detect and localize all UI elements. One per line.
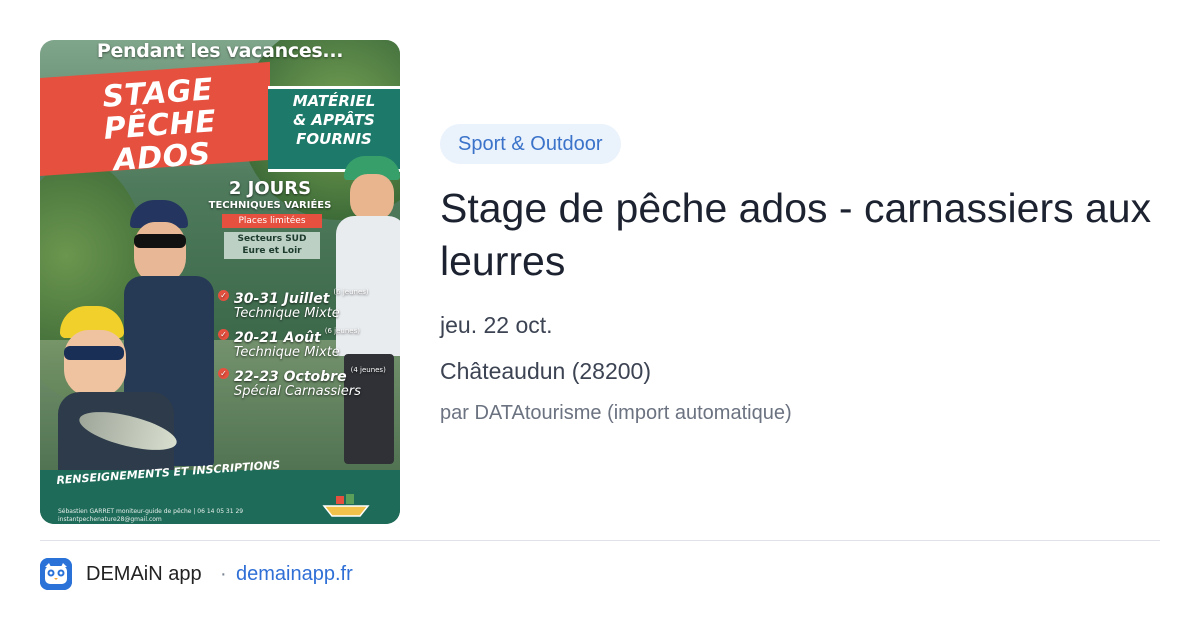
check-icon: ✓	[218, 290, 229, 301]
poster-techniques: TECHNIQUES VARIÉES	[208, 200, 332, 211]
event-location: Châteaudun (28200)	[440, 358, 651, 384]
event-poster-image[interactable]: Pendant les vacances... STAGE PÊCHE ADOS…	[40, 40, 400, 524]
poster-days: 2 JOURS	[228, 178, 312, 199]
poster-materiel-line: & APPÂTS	[293, 111, 375, 129]
poster-dates: ✓ 30-31 Juillet (6 jeunes) Technique Mixt…	[218, 288, 398, 405]
check-icon: ✓	[218, 329, 229, 340]
poster-date-type: Technique Mixte	[234, 345, 340, 360]
poster-title: STAGE PÊCHE ADOS	[47, 70, 273, 181]
owl-app-icon	[40, 558, 72, 590]
boat-logo-icon	[322, 494, 370, 517]
poster-materiel-line: FOURNIS	[296, 130, 372, 148]
poster-date-note: (6 jeunes)	[324, 327, 360, 335]
poster-date: 30-31 Juillet	[234, 291, 330, 307]
poster-date-item: ✓ 20-21 Août (6 jeunes) Technique Mixte	[218, 327, 398, 360]
check-icon: ✓	[218, 368, 229, 379]
poster-date-note: (6 jeunes)	[333, 288, 369, 296]
category-badge[interactable]: Sport & Outdoor	[440, 124, 621, 164]
poster-date-type: Spécial Carnassiers	[234, 384, 361, 399]
poster-date: 22-23 Octobre	[234, 369, 347, 385]
poster-secteurs-line: Secteurs SUD	[237, 234, 307, 244]
poster-date-item: ✓ 30-31 Juillet (6 jeunes) Technique Mixt…	[218, 288, 398, 321]
poster-top-text: Pendant les vacances...	[96, 40, 344, 62]
poster-date: 20-21 Août	[234, 330, 321, 346]
poster-places: Places limitées	[222, 214, 322, 228]
poster-contact-line: instantpechenature28@gmail.com	[58, 516, 162, 523]
poster-contact: Sébastien GARRET moniteur-guide de pêche…	[58, 508, 243, 524]
poster-materiel-line: MATÉRIEL	[292, 92, 376, 110]
divider	[40, 540, 1160, 541]
poster-secteurs-line: Eure et Loir	[242, 246, 302, 256]
poster-date-note: (4 jeunes)	[350, 366, 386, 374]
event-title[interactable]: Stage de pêche ados - carnassiers aux le…	[440, 182, 1160, 288]
poster-materiel-text: MATÉRIEL & APPÂTS FOURNIS	[268, 92, 400, 149]
poster-date-item: ✓ 22-23 Octobre (4 jeunes) Spécial Carnas…	[218, 366, 398, 399]
event-source: par DATAtourisme (import automatique)	[440, 402, 792, 424]
poster-secteurs: Secteurs SUD Eure et Loir	[224, 232, 320, 259]
poster-date-type: Technique Mixte	[234, 306, 340, 321]
separator: ·	[220, 563, 227, 585]
poster-contact-line: Sébastien GARRET moniteur-guide de pêche…	[58, 508, 244, 515]
event-date: jeu. 22 oct.	[440, 312, 553, 338]
app-url-link[interactable]: demainapp.fr	[236, 563, 353, 586]
app-name: DEMAiN app	[86, 563, 202, 585]
